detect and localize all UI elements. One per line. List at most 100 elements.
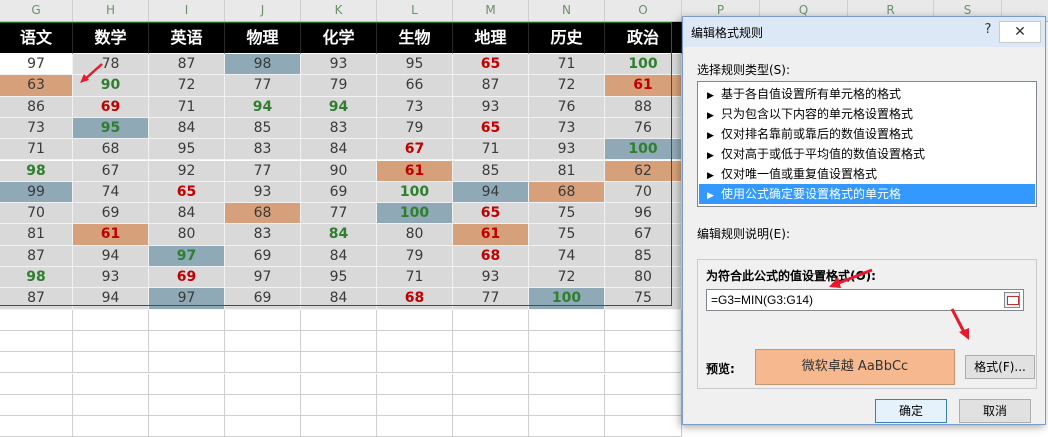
rule-type-item[interactable]: ▶ 只为包含以下内容的单元格设置格式 <box>699 104 1035 124</box>
score-cell[interactable]: 68 <box>73 139 149 161</box>
score-cell[interactable]: 80 <box>149 224 225 246</box>
score-cell[interactable]: 93 <box>225 181 301 204</box>
score-cell[interactable]: 83 <box>225 139 301 161</box>
score-cell[interactable]: 97 <box>149 288 225 310</box>
score-cell[interactable]: 88 <box>605 96 682 118</box>
empty-cell[interactable] <box>529 309 605 331</box>
rule-type-item[interactable]: ▶ 仅对唯一值或重复值设置格式 <box>699 164 1035 184</box>
score-cell[interactable]: 68 <box>453 245 529 267</box>
column-title-cell[interactable]: 地理 <box>453 22 529 54</box>
score-cell[interactable]: 65 <box>149 181 225 204</box>
score-cell[interactable]: 83 <box>301 117 377 140</box>
empty-cell[interactable] <box>149 352 225 374</box>
empty-cell[interactable] <box>605 416 682 437</box>
score-cell[interactable]: 67 <box>73 160 149 182</box>
column-header-n[interactable]: N <box>529 0 605 21</box>
score-cell[interactable]: 61 <box>605 75 682 97</box>
empty-cell[interactable] <box>225 330 301 353</box>
score-cell[interactable]: 70 <box>605 181 682 204</box>
close-icon[interactable]: ✕ <box>999 21 1041 43</box>
empty-cell[interactable] <box>377 330 453 353</box>
empty-cell[interactable] <box>0 330 73 353</box>
score-cell[interactable]: 95 <box>377 54 453 76</box>
empty-cell[interactable] <box>453 352 529 374</box>
score-cell[interactable]: 84 <box>301 139 377 161</box>
score-cell[interactable]: 67 <box>605 224 682 246</box>
score-cell[interactable]: 61 <box>453 224 529 246</box>
score-cell[interactable]: 87 <box>0 245 73 267</box>
empty-cell[interactable] <box>377 394 453 417</box>
score-cell[interactable]: 93 <box>453 96 529 118</box>
empty-cell[interactable] <box>301 352 377 374</box>
score-cell[interactable]: 70 <box>0 203 73 225</box>
score-cell[interactable]: 97 <box>0 54 73 76</box>
score-cell[interactable]: 100 <box>529 288 605 310</box>
empty-cell[interactable] <box>0 416 73 437</box>
score-cell[interactable]: 87 <box>453 75 529 97</box>
score-cell[interactable]: 94 <box>225 96 301 118</box>
score-cell[interactable]: 95 <box>73 117 149 140</box>
score-cell[interactable]: 93 <box>73 267 149 289</box>
empty-cell[interactable] <box>529 373 605 395</box>
score-cell[interactable]: 76 <box>605 117 682 140</box>
empty-cell[interactable] <box>605 394 682 417</box>
empty-cell[interactable] <box>301 373 377 395</box>
column-title-cell[interactable]: 政治 <box>605 22 682 54</box>
score-cell[interactable]: 100 <box>377 203 453 225</box>
score-cell[interactable]: 77 <box>301 203 377 225</box>
empty-cell[interactable] <box>0 352 73 374</box>
column-header-k[interactable]: K <box>301 0 377 21</box>
empty-cell[interactable] <box>149 309 225 331</box>
score-cell[interactable]: 71 <box>453 139 529 161</box>
empty-cell[interactable] <box>73 373 149 395</box>
score-cell[interactable]: 71 <box>149 96 225 118</box>
rule-type-item[interactable]: ▶ 仅对高于或低于平均值的数值设置格式 <box>699 144 1035 164</box>
column-title-cell[interactable]: 生物 <box>377 22 453 54</box>
column-title-cell[interactable]: 物理 <box>225 22 301 54</box>
score-cell[interactable]: 90 <box>301 160 377 182</box>
score-cell[interactable]: 90 <box>73 75 149 97</box>
empty-cell[interactable] <box>0 394 73 417</box>
empty-cell[interactable] <box>149 330 225 353</box>
score-cell[interactable]: 98 <box>225 54 301 76</box>
column-header-i[interactable]: I <box>149 0 225 21</box>
score-cell[interactable]: 76 <box>529 96 605 118</box>
empty-cell[interactable] <box>529 394 605 417</box>
score-cell[interactable]: 75 <box>605 288 682 310</box>
score-cell[interactable]: 72 <box>149 75 225 97</box>
score-cell[interactable]: 69 <box>301 181 377 204</box>
empty-cell[interactable] <box>453 330 529 353</box>
column-header-m[interactable]: M <box>453 0 529 21</box>
help-icon[interactable]: ? <box>979 22 997 40</box>
empty-cell[interactable] <box>377 373 453 395</box>
score-cell[interactable]: 79 <box>377 117 453 140</box>
score-cell[interactable]: 65 <box>453 117 529 140</box>
column-title-cell[interactable]: 历史 <box>529 22 605 54</box>
ok-button[interactable]: 确定 <box>875 399 947 423</box>
score-cell[interactable]: 84 <box>301 245 377 267</box>
score-cell[interactable]: 85 <box>453 160 529 182</box>
rule-type-item[interactable]: ▶ 使用公式确定要设置格式的单元格 <box>699 184 1035 204</box>
empty-cell[interactable] <box>377 416 453 437</box>
score-cell[interactable]: 69 <box>73 96 149 118</box>
score-cell[interactable]: 73 <box>377 96 453 118</box>
score-cell[interactable]: 98 <box>0 160 73 182</box>
score-cell[interactable]: 78 <box>73 54 149 76</box>
score-cell[interactable]: 68 <box>225 203 301 225</box>
column-title-cell[interactable]: 英语 <box>149 22 225 54</box>
score-cell[interactable]: 72 <box>529 75 605 97</box>
empty-cell[interactable] <box>529 352 605 374</box>
empty-cell[interactable] <box>225 309 301 331</box>
empty-cell[interactable] <box>301 416 377 437</box>
score-cell[interactable]: 77 <box>225 75 301 97</box>
score-cell[interactable]: 97 <box>225 267 301 289</box>
score-cell[interactable]: 73 <box>0 117 73 140</box>
score-cell[interactable]: 95 <box>149 139 225 161</box>
score-cell[interactable]: 66 <box>377 75 453 97</box>
column-header-h[interactable]: H <box>73 0 149 21</box>
score-cell[interactable]: 99 <box>0 181 73 204</box>
score-cell[interactable]: 93 <box>529 139 605 161</box>
score-cell[interactable]: 94 <box>453 181 529 204</box>
score-cell[interactable]: 62 <box>605 160 682 182</box>
empty-cell[interactable] <box>73 416 149 437</box>
